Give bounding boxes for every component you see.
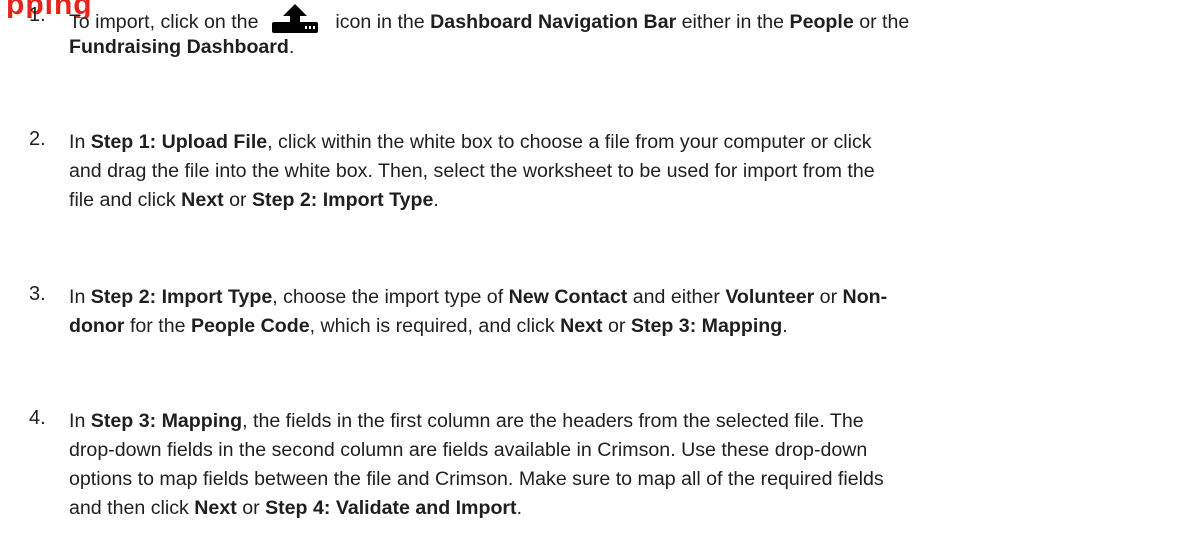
step-text: options to map fields between the file a… xyxy=(69,468,884,490)
step-text-line: In Step 2: Import Type, choose the impor… xyxy=(69,283,1177,312)
step-text: In xyxy=(69,131,91,153)
bold-term: Volunteer xyxy=(725,286,815,308)
bold-term: People xyxy=(789,11,854,33)
bold-term: Step 1: Upload File xyxy=(90,131,268,153)
bold-term: Fundraising Dashboard xyxy=(69,36,289,58)
step-text-line: In Step 3: Mapping, the fields in the fi… xyxy=(69,407,1177,436)
step-text: either in the xyxy=(676,11,790,33)
bold-term: Step 2: Import Type xyxy=(251,189,434,211)
step-text: or xyxy=(236,497,266,519)
bold-term: Non- xyxy=(842,286,888,308)
step-text: In xyxy=(69,410,91,432)
step-text: or the xyxy=(853,11,910,33)
step-text: . xyxy=(782,315,788,337)
step-text: and then click xyxy=(69,497,195,519)
step-text: drop-down fields in the second column ar… xyxy=(69,439,868,461)
step-text: for the xyxy=(124,315,191,337)
step-text: In xyxy=(69,286,91,308)
bold-term: Step 3: Mapping xyxy=(90,410,243,432)
bold-term: People Code xyxy=(190,315,310,337)
step-text: . xyxy=(288,36,295,58)
step-number: 4. xyxy=(29,407,46,429)
step-text: , which is required, and click xyxy=(309,315,561,337)
bold-term: Step 4: Validate and Import xyxy=(265,497,517,519)
document-page: pping 1. To import, click on the icon in … xyxy=(0,0,1199,550)
step-text: file and click xyxy=(69,189,182,211)
step-text-line: drop-down fields in the second column ar… xyxy=(69,436,1177,465)
step-number: 1. xyxy=(29,4,46,26)
step-text: or xyxy=(814,286,843,308)
bold-term: Next xyxy=(181,189,224,211)
bold-term: New Contact xyxy=(508,286,628,308)
bold-term: Next xyxy=(560,315,603,337)
step-text: or xyxy=(602,315,631,337)
step-text-line: donor for the People Code, which is requ… xyxy=(69,312,1177,341)
step-number: 2. xyxy=(29,128,46,150)
step-text: icon in the xyxy=(329,11,431,33)
bold-term: Dashboard Navigation Bar xyxy=(430,11,677,33)
step-text-line: Fundraising Dashboard. xyxy=(69,33,1177,62)
bold-term: Next xyxy=(194,497,237,519)
step-text: To import, click on the xyxy=(69,11,264,33)
step-text: . xyxy=(433,189,439,211)
step-text: . xyxy=(516,497,523,519)
step-text: , choose the import type of xyxy=(272,286,509,308)
bold-term: donor xyxy=(69,315,125,337)
step-text: , the fields in the first column are the… xyxy=(242,410,864,432)
step-text: , click within the white box to choose a… xyxy=(267,131,872,153)
step-text-line: file and click Next or Step 2: Import Ty… xyxy=(69,186,1177,215)
bold-term: Step 2: Import Type xyxy=(90,286,273,308)
step-text-line: and drag the file into the white box. Th… xyxy=(69,157,1177,186)
step-text-line: In Step 1: Upload File, click within the… xyxy=(69,128,1177,157)
step-text: and either xyxy=(627,286,726,308)
bold-term: Step 3: Mapping xyxy=(630,315,783,337)
step-number: 3. xyxy=(29,283,46,305)
step-text: or xyxy=(223,189,252,211)
step-text-line: and then click Next or Step 4: Validate … xyxy=(69,494,1177,523)
step-text-line: options to map fields between the file a… xyxy=(69,465,1177,494)
step-text: and drag the file into the white box. Th… xyxy=(69,160,875,182)
